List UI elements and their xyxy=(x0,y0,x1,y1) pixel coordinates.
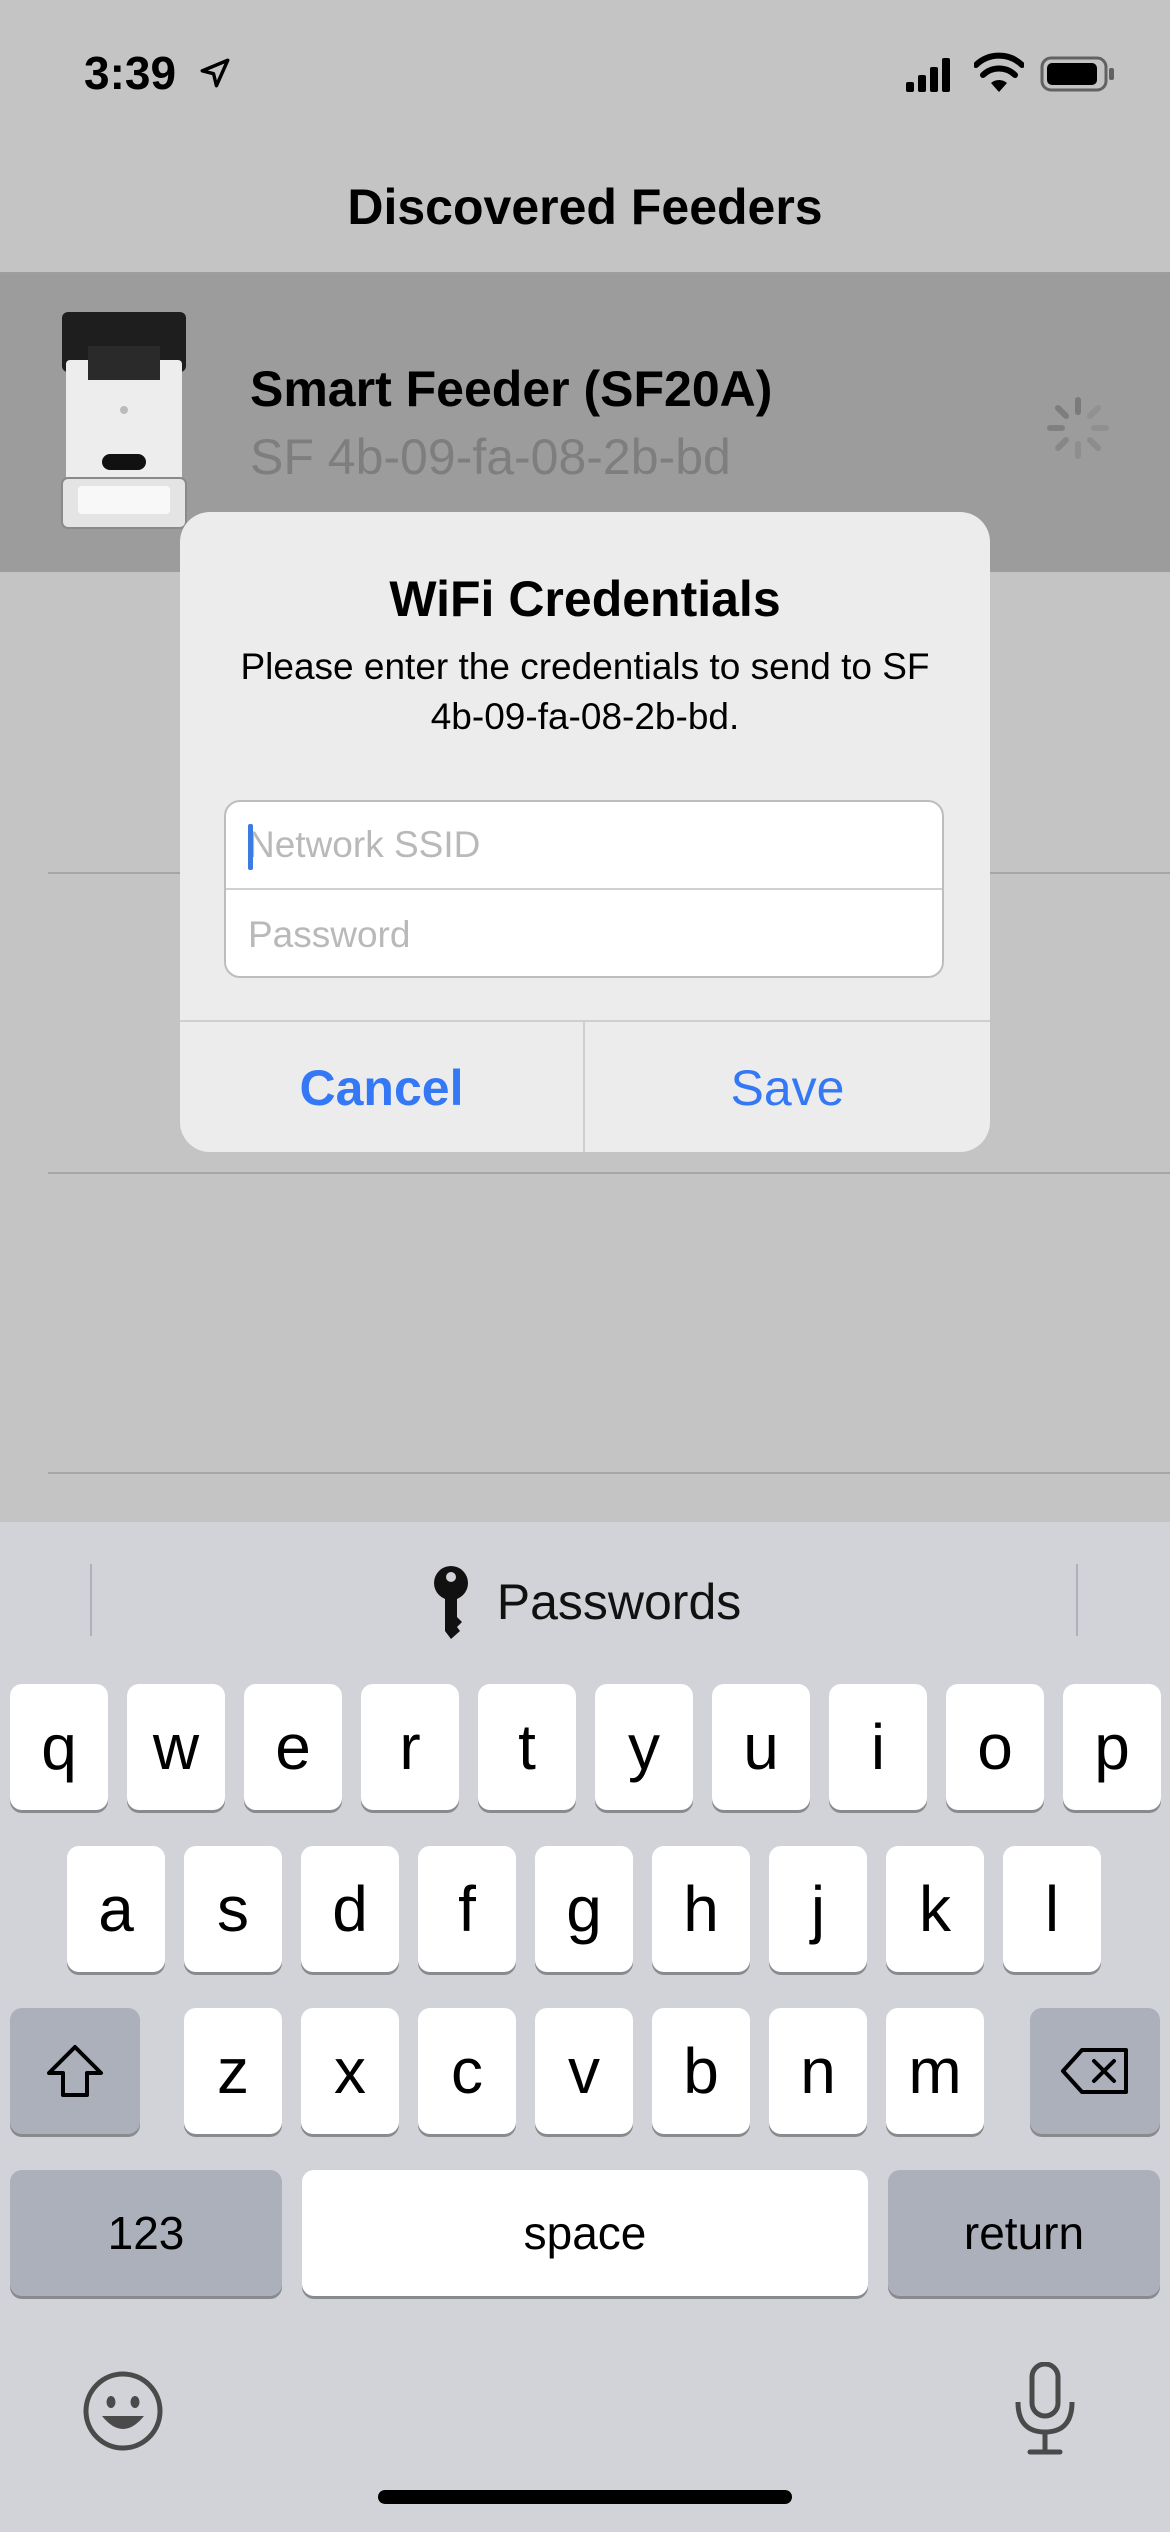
battery-icon xyxy=(1040,56,1114,92)
numbers-key[interactable]: 123 xyxy=(10,2170,282,2296)
microphone-icon[interactable] xyxy=(1008,2362,1082,2456)
key-v-label: v xyxy=(568,2035,600,2107)
credentials-field-group xyxy=(224,800,944,978)
status-bar: 3:39 xyxy=(0,0,1170,140)
key-k-label: k xyxy=(919,1873,951,1945)
cancel-button[interactable]: Cancel xyxy=(180,1022,585,1152)
space-key-label: space xyxy=(523,2207,647,2259)
key-n-label: n xyxy=(800,2035,836,2107)
emoji-icon[interactable] xyxy=(82,2370,164,2452)
key-c[interactable]: c xyxy=(418,2008,516,2134)
backspace-icon xyxy=(1061,2048,1128,2094)
dialog-button-bar: Cancel Save xyxy=(180,1020,990,1152)
numbers-key-label: 123 xyxy=(107,2207,185,2259)
shift-arrow-icon xyxy=(47,2045,103,2097)
key-a[interactable]: a xyxy=(67,1846,165,1972)
key-h[interactable]: h xyxy=(652,1846,750,1972)
key-h-label: h xyxy=(683,1873,719,1945)
wifi-icon xyxy=(974,52,1024,92)
key-r-label: r xyxy=(399,1711,421,1783)
key-z-label: z xyxy=(217,2035,249,2107)
shift-key[interactable] xyxy=(10,2008,140,2134)
key-y[interactable]: y xyxy=(595,1684,693,1810)
navigation-bar: Discovered Feeders xyxy=(0,140,1170,274)
location-arrow-icon xyxy=(200,58,230,88)
dialog-message: Please enter the credentials to send to … xyxy=(240,646,930,737)
key-e[interactable]: e xyxy=(244,1684,342,1810)
feeder-mac-address: SF 4b-09-fa-08-2b-bd xyxy=(250,429,731,485)
key-f-label: f xyxy=(458,1873,476,1945)
key-f[interactable]: f xyxy=(418,1846,516,1972)
return-key[interactable]: return xyxy=(888,2170,1160,2296)
key-d[interactable]: d xyxy=(301,1846,399,1972)
key-p-label: p xyxy=(1094,1711,1130,1783)
return-key-label: return xyxy=(963,2207,1085,2259)
home-indicator xyxy=(378,2490,792,2504)
dialog-title: WiFi Credentials xyxy=(389,571,781,627)
feeder-device-image xyxy=(61,312,187,529)
key-u[interactable]: u xyxy=(712,1684,810,1810)
key-w-label: w xyxy=(152,1711,200,1783)
suggestion-label: Passwords xyxy=(496,1574,742,1630)
key-x-label: x xyxy=(334,2035,366,2107)
key-g-label: g xyxy=(566,1873,602,1945)
key-p[interactable]: p xyxy=(1063,1684,1161,1810)
key-n[interactable]: n xyxy=(769,2008,867,2134)
key-i-label: i xyxy=(870,1711,886,1783)
key-c-label: c xyxy=(451,2035,483,2107)
delete-key[interactable] xyxy=(1030,2008,1160,2134)
key-l-label: l xyxy=(1044,1873,1060,1945)
key-u-label: u xyxy=(743,1711,779,1783)
key-l[interactable]: l xyxy=(1003,1846,1101,1972)
key-g[interactable]: g xyxy=(535,1846,633,1972)
loading-spinner-icon xyxy=(1047,397,1109,459)
key-q[interactable]: q xyxy=(10,1684,108,1810)
key-d-label: d xyxy=(332,1873,368,1945)
key-b[interactable]: b xyxy=(652,2008,750,2134)
key-o[interactable]: o xyxy=(946,1684,1044,1810)
key-t[interactable]: t xyxy=(478,1684,576,1810)
key-m-label: m xyxy=(908,2035,962,2107)
key-s-label: s xyxy=(217,1873,249,1945)
key-q-label: q xyxy=(41,1711,77,1783)
password-input[interactable] xyxy=(226,891,942,976)
text-cursor xyxy=(248,824,253,870)
key-s[interactable]: s xyxy=(184,1846,282,1972)
key-t-label: t xyxy=(518,1711,536,1783)
key-k[interactable]: k xyxy=(886,1846,984,1972)
key-y-label: y xyxy=(628,1711,660,1783)
key-w[interactable]: w xyxy=(127,1684,225,1810)
key-j[interactable]: j xyxy=(769,1846,867,1972)
key-e-label: e xyxy=(275,1711,311,1783)
network-ssid-input[interactable] xyxy=(226,802,942,890)
key-z[interactable]: z xyxy=(184,2008,282,2134)
space-key[interactable]: space xyxy=(302,2170,868,2296)
list-separator xyxy=(48,1472,1170,1474)
key-x[interactable]: x xyxy=(301,2008,399,2134)
passwords-suggestion[interactable]: Passwords xyxy=(0,1562,1170,1642)
key-m[interactable]: m xyxy=(886,2008,984,2134)
key-j-label: j xyxy=(810,1873,826,1945)
key-icon xyxy=(433,1566,468,1639)
feeder-name: Smart Feeder (SF20A) xyxy=(250,361,773,417)
cellular-signal-icon xyxy=(906,58,950,92)
page-title: Discovered Feeders xyxy=(347,179,823,235)
status-time: 3:39 xyxy=(84,47,177,99)
wifi-credentials-dialog: WiFi Credentials Please enter the creden… xyxy=(180,512,990,1152)
key-b-label: b xyxy=(683,2035,719,2107)
save-button[interactable]: Save xyxy=(585,1022,990,1152)
key-v[interactable]: v xyxy=(535,2008,633,2134)
list-separator xyxy=(48,1172,1170,1174)
key-i[interactable]: i xyxy=(829,1684,927,1810)
key-r[interactable]: r xyxy=(361,1684,459,1810)
key-o-label: o xyxy=(977,1711,1013,1783)
key-a-label: a xyxy=(98,1873,134,1945)
